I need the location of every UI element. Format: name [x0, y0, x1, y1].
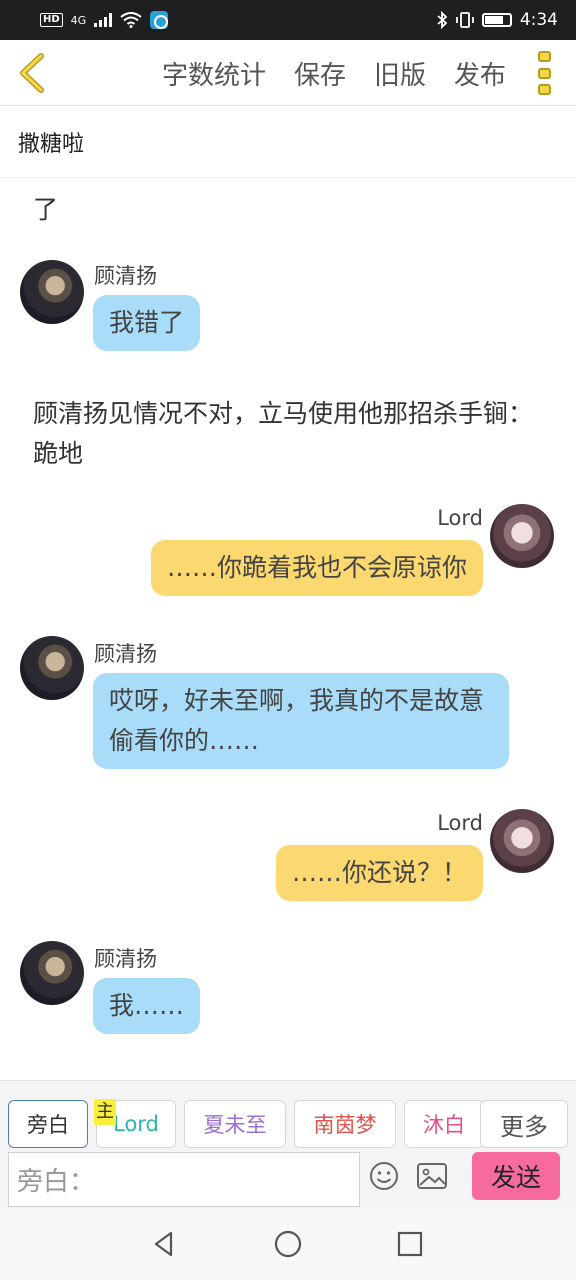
- story-title[interactable]: 撒糖啦: [0, 106, 576, 178]
- avatar[interactable]: [20, 636, 84, 700]
- message-bubble[interactable]: ……你还说？！: [275, 845, 483, 901]
- system-nav-bar: [0, 1208, 576, 1280]
- nav-recents-button[interactable]: [390, 1224, 430, 1264]
- speaker-name: Lord: [437, 811, 483, 835]
- menu-dot-icon: [538, 51, 551, 62]
- publish-button[interactable]: 发布: [454, 55, 506, 92]
- old-version-button[interactable]: 旧版: [374, 55, 426, 92]
- role-chip-xiaweizhi[interactable]: 夏未至: [184, 1100, 286, 1148]
- image-icon[interactable]: [416, 1162, 448, 1190]
- menu-dot-icon: [538, 67, 551, 79]
- speaker-name: 顾清扬: [94, 947, 157, 971]
- vibrate-icon: [455, 12, 474, 28]
- message-bubble[interactable]: 我错了: [93, 295, 201, 351]
- more-roles-button[interactable]: 更多: [480, 1100, 568, 1148]
- circle-home-icon: [274, 1230, 302, 1258]
- word-count-button[interactable]: 字数统计: [162, 55, 266, 92]
- bluetooth-icon: [437, 11, 448, 29]
- role-chip-mubai[interactable]: 沐白: [404, 1100, 484, 1148]
- chevron-left-icon: [20, 53, 44, 93]
- speaker-name: 顾清扬: [94, 642, 157, 666]
- battery-icon: [481, 13, 512, 27]
- emoji-icon[interactable]: [368, 1160, 400, 1192]
- narration-fragment: 了: [33, 195, 59, 224]
- nav-back-button[interactable]: [144, 1224, 184, 1264]
- message-bubble[interactable]: 哎呀，好未至啊，我真的不是故意偷看你的……: [93, 673, 509, 769]
- avatar[interactable]: [20, 941, 84, 1005]
- app-notification-icon: [150, 11, 169, 29]
- nav-home-button[interactable]: [268, 1224, 308, 1264]
- send-button[interactable]: 发送: [472, 1152, 560, 1200]
- message-bubble[interactable]: ……你跪着我也不会原谅你: [150, 540, 483, 596]
- chat-list[interactable]: 了 顾清扬 我错了 顾清扬见情况不对，立马使用他那招杀手锏：跪地 Lord ………: [0, 178, 576, 1080]
- top-toolbar: 字数统计 保存 旧版 发布: [0, 40, 576, 106]
- avatar[interactable]: [490, 504, 554, 568]
- menu-dot-icon: [538, 84, 551, 95]
- message-bubble[interactable]: 我……: [93, 978, 201, 1034]
- speaker-name: 顾清扬: [94, 264, 157, 288]
- host-badge: 主: [94, 1099, 116, 1125]
- status-bar: HD 4G 4:34: [0, 0, 576, 40]
- role-chip-nanyinmeng[interactable]: 南茵梦: [294, 1100, 396, 1148]
- message-input[interactable]: 旁白：: [8, 1152, 360, 1207]
- role-chip-narrator[interactable]: 旁白: [8, 1100, 88, 1148]
- save-button[interactable]: 保存: [294, 55, 346, 92]
- more-menu-button[interactable]: [538, 51, 552, 95]
- avatar[interactable]: [20, 260, 84, 324]
- back-button[interactable]: [14, 52, 50, 94]
- narration-text[interactable]: 顾清扬见情况不对，立马使用他那招杀手锏：跪地: [33, 394, 543, 474]
- clock: 4:34: [519, 10, 558, 30]
- avatar[interactable]: [490, 809, 554, 873]
- square-recents-icon: [397, 1231, 423, 1257]
- hd-badge: HD: [40, 13, 63, 27]
- story-title-text: 撒糖啦: [18, 131, 85, 157]
- signal-icon: [94, 13, 113, 27]
- wifi-icon: [120, 12, 142, 28]
- network-label: 4G: [70, 13, 87, 27]
- speaker-name: Lord: [437, 506, 483, 530]
- triangle-back-icon: [154, 1231, 173, 1257]
